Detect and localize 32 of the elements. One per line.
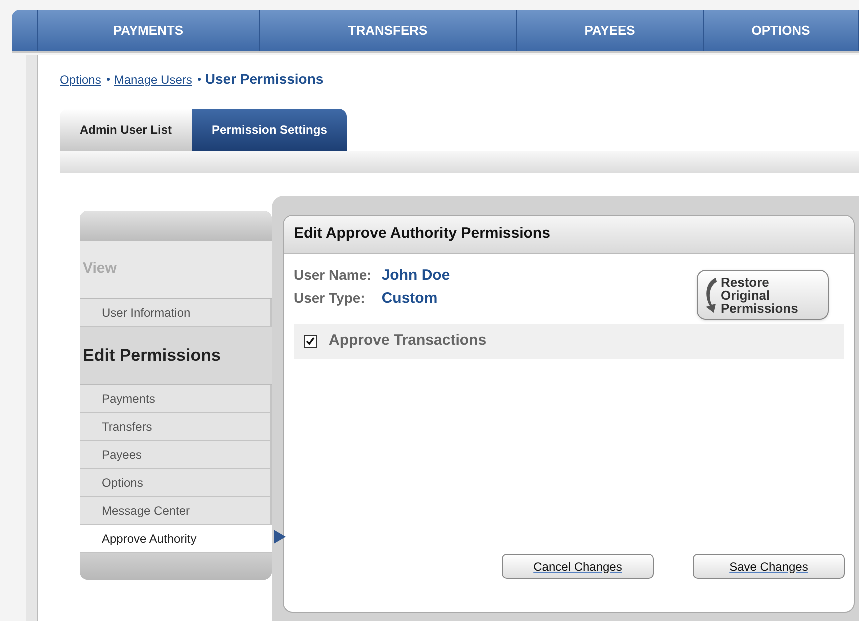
- field-label: User Type:: [294, 288, 366, 308]
- breadcrumb-link[interactable]: Options: [60, 70, 102, 88]
- action-button[interactable]: Cancel Changes: [502, 554, 654, 579]
- nav-tab[interactable]: PAYMENTS: [38, 10, 260, 51]
- sidebar-heading: View: [83, 259, 117, 280]
- nav-tab[interactable]: OPTIONS: [704, 10, 859, 51]
- breadcrumb-link[interactable]: Manage Users: [114, 70, 192, 88]
- panel-title: Edit Approve Authority Permissions: [294, 224, 550, 244]
- breadcrumb-separator: [198, 78, 202, 81]
- tab[interactable]: Admin User List: [60, 109, 192, 151]
- nav-tab[interactable]: PAYEES: [517, 10, 704, 51]
- sidebar-item[interactable]: User Information: [80, 299, 270, 327]
- action-button[interactable]: Save Changes: [693, 554, 845, 579]
- checkbox[interactable]: [304, 335, 317, 348]
- field-label: User Name:: [294, 266, 372, 285]
- curved-arrow-icon: [704, 276, 718, 314]
- breadcrumb-current: User Permissions: [205, 70, 324, 89]
- sidebar-item[interactable]: Message Center: [80, 497, 270, 525]
- permission-label: Approve Transactions: [329, 331, 487, 352]
- field-value: Custom: [382, 288, 439, 308]
- pointer-icon: [274, 530, 286, 544]
- restore-button[interactable]: Restore Original Permissions: [697, 270, 829, 320]
- nav-tab[interactable]: TRANSFERS: [260, 10, 517, 51]
- breadcrumb-separator: [107, 78, 110, 81]
- sidebar-item[interactable]: Transfers: [80, 413, 270, 441]
- field-value: John Doe: [382, 266, 450, 286]
- tab[interactable]: Permission Settings: [192, 109, 348, 151]
- sidebar-item[interactable]: Payments: [80, 385, 270, 413]
- sidebar-item[interactable]: Payees: [80, 441, 270, 469]
- sidebar-heading: Edit Permissions: [83, 344, 221, 367]
- sidebar-item[interactable]: Options: [80, 469, 270, 497]
- sidebar-item[interactable]: Approve Authority: [80, 525, 272, 553]
